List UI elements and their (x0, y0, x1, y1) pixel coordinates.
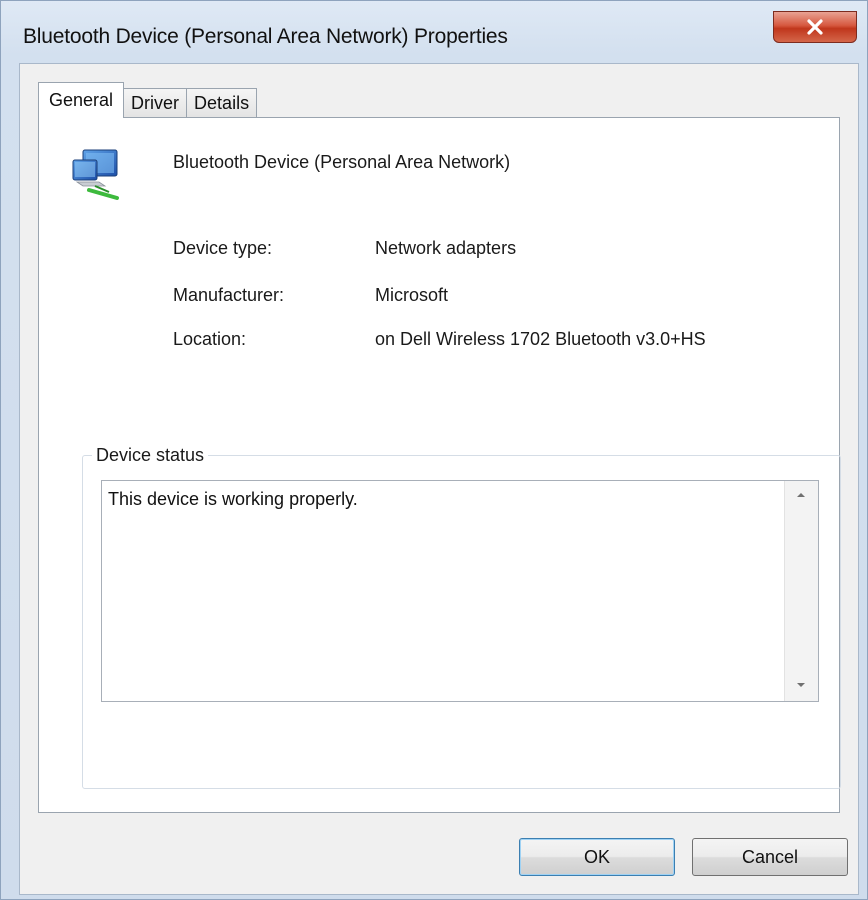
device-type-label: Device type: (173, 238, 273, 258)
manufacturer-value: Microsoft (375, 285, 449, 305)
location-label: Location: (173, 329, 247, 349)
tab-driver[interactable]: Driver (123, 88, 188, 118)
scroll-up-icon[interactable] (796, 491, 806, 499)
device-type-value: Network adapters (375, 238, 517, 258)
tab-strip: General Driver Details (38, 82, 258, 118)
close-icon (807, 19, 823, 35)
properties-dialog: Bluetooth Device (Personal Area Network)… (0, 0, 868, 900)
location-value: on Dell Wireless 1702 Bluetooth v3.0+HS (375, 329, 706, 349)
network-adapter-icon (72, 149, 119, 200)
tab-details[interactable]: Details (186, 88, 258, 118)
window-title: Bluetooth Device (Personal Area Network)… (23, 25, 508, 48)
manufacturer-label: Manufacturer: (173, 285, 285, 305)
tab-driver-label: Driver (131, 93, 180, 113)
dialog-client-area: General Driver Details Bluetooth Device … (19, 63, 859, 895)
device-status-text: This device is working properly. (108, 489, 358, 509)
tab-details-label: Details (194, 93, 250, 113)
device-status-title: Device status (92, 445, 209, 466)
cancel-button[interactable]: Cancel (692, 838, 848, 876)
tab-general[interactable]: General (38, 82, 125, 118)
ok-button[interactable]: OK (519, 838, 675, 876)
title-bar[interactable]: Bluetooth Device (Personal Area Network)… (1, 1, 867, 67)
close-button[interactable] (773, 11, 857, 43)
tab-general-label: General (49, 90, 114, 110)
status-scrollbar[interactable] (784, 481, 818, 701)
device-status-textbox[interactable]: This device is working properly. (101, 480, 819, 702)
scroll-down-icon[interactable] (796, 681, 806, 689)
general-tab-page: Bluetooth Device (Personal Area Network)… (38, 117, 841, 813)
device-name: Bluetooth Device (Personal Area Network) (173, 152, 511, 172)
